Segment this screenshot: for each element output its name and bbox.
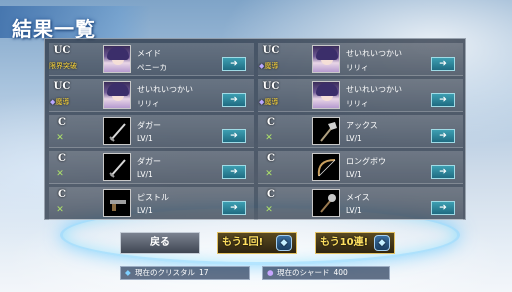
detail-arrow-button[interactable]: ➔ <box>431 129 455 143</box>
detail-arrow-button[interactable]: ➔ <box>222 129 246 143</box>
weapon-type-icon: ✕ <box>265 169 273 179</box>
crystal-balance: ◆ 現在のクリスタル 17 <box>120 266 250 280</box>
rarity-label: UC <box>53 45 71 56</box>
result-name: せいれいつかい <box>346 85 402 94</box>
result-name: ダガー <box>137 157 161 166</box>
detail-arrow-button[interactable]: ➔ <box>431 93 455 107</box>
result-cell[interactable]: UC ◆魔導 せいれいつかい リリィ ➔ <box>49 79 254 112</box>
weapon-type-icon: ✕ <box>56 133 64 143</box>
weapon-type-icon: ✕ <box>56 205 64 215</box>
dagger-icon <box>103 153 131 181</box>
rarity-label: UC <box>262 45 280 56</box>
detail-arrow-button[interactable]: ➔ <box>431 165 455 179</box>
result-name: ロングボウ <box>346 157 386 166</box>
result-cell[interactable]: C ✕ メイス LV/1 ➔ <box>258 187 463 220</box>
detail-arrow-button[interactable]: ➔ <box>431 201 455 215</box>
result-sub: リリィ <box>137 99 160 108</box>
character-portrait <box>103 45 131 73</box>
shard-value: 400 <box>333 268 348 277</box>
result-cell[interactable]: UC 限界突破 メイド ペニーカ ➔ <box>49 43 254 76</box>
weapon-type-icon: ✕ <box>265 205 273 215</box>
detail-arrow-button[interactable]: ➔ <box>431 57 455 71</box>
result-cell[interactable]: C ✕ アックス LV/1 ➔ <box>258 115 463 148</box>
result-sub: LV/1 <box>137 134 153 143</box>
weapon-type-icon: ✕ <box>56 169 64 179</box>
rarity-label: C <box>267 117 275 128</box>
draw-once-button[interactable]: もう1回! ◆ <box>217 232 297 254</box>
status-label: ◆魔導 <box>259 62 279 70</box>
result-name: メイド <box>137 49 161 58</box>
result-name: ダガー <box>137 121 161 130</box>
result-cell[interactable]: C ✕ ピストル LV/1 ➔ <box>49 187 254 220</box>
back-button[interactable]: 戻る <box>120 232 200 254</box>
axe-icon <box>312 117 340 145</box>
mace-icon <box>312 189 340 217</box>
rarity-label: C <box>58 117 66 128</box>
result-sub: リリィ <box>346 63 369 72</box>
result-sub: LV/1 <box>137 206 153 215</box>
title-banner: 結果一覧 <box>0 6 150 41</box>
result-name: せいれいつかい <box>137 85 193 94</box>
detail-arrow-button[interactable]: ➔ <box>222 165 246 179</box>
dagger-icon <box>103 117 131 145</box>
results-panel: UC 限界突破 メイド ペニーカ ➔ UC ◆魔導 せいれいつかい リリィ ➔ … <box>44 38 466 220</box>
shard-label: 現在のシャード <box>277 268 330 277</box>
rarity-label: C <box>267 189 275 200</box>
result-cell[interactable]: C ✕ ダガー LV/1 ➔ <box>49 115 254 148</box>
result-name: メイス <box>346 193 370 202</box>
result-cell[interactable]: UC ◆魔導 せいれいつかい リリィ ➔ <box>258 79 463 112</box>
result-name: せいれいつかい <box>346 49 402 58</box>
crystal-icon: ◆ <box>276 235 292 251</box>
weapon-type-icon: ✕ <box>265 133 273 143</box>
result-cell[interactable]: UC ◆魔導 せいれいつかい リリィ ➔ <box>258 43 463 76</box>
result-name: ピストル <box>137 193 169 202</box>
result-sub: LV/1 <box>137 170 153 179</box>
status-label: ◆魔導 <box>50 98 70 106</box>
draw-ten-label: もう10連! <box>320 237 369 248</box>
result-sub: リリィ <box>346 99 369 108</box>
crystal-value: 17 <box>199 268 209 277</box>
longbow-icon <box>312 153 340 181</box>
rarity-label: UC <box>262 81 280 92</box>
detail-arrow-button[interactable]: ➔ <box>222 93 246 107</box>
result-sub: ペニーカ <box>137 63 167 72</box>
rarity-label: C <box>58 153 66 164</box>
result-cell[interactable]: C ✕ ロングボウ LV/1 ➔ <box>258 151 463 184</box>
status-label: 限界突破 <box>49 62 77 70</box>
detail-arrow-button[interactable]: ➔ <box>222 57 246 71</box>
result-sub: LV/1 <box>346 134 362 143</box>
rarity-label: C <box>58 189 66 200</box>
shard-balance: ● 現在のシャード 400 <box>262 266 390 280</box>
rarity-label: UC <box>53 81 71 92</box>
crystal-label: 現在のクリスタル <box>135 268 195 277</box>
crystal-icon: ◆ <box>125 268 131 277</box>
result-sub: LV/1 <box>346 170 362 179</box>
shard-icon: ● <box>267 268 274 277</box>
character-portrait <box>312 45 340 73</box>
result-name: アックス <box>346 121 378 130</box>
character-portrait <box>103 81 131 109</box>
pistol-icon <box>103 189 131 217</box>
result-cell[interactable]: C ✕ ダガー LV/1 ➔ <box>49 151 254 184</box>
detail-arrow-button[interactable]: ➔ <box>222 201 246 215</box>
crystal-icon: ◆ <box>374 235 390 251</box>
draw-ten-button[interactable]: もう10連! ◆ <box>315 232 395 254</box>
draw-once-label: もう1回! <box>222 237 264 248</box>
result-sub: LV/1 <box>346 206 362 215</box>
character-portrait <box>312 81 340 109</box>
rarity-label: C <box>267 153 275 164</box>
status-label: ◆魔導 <box>259 98 279 106</box>
